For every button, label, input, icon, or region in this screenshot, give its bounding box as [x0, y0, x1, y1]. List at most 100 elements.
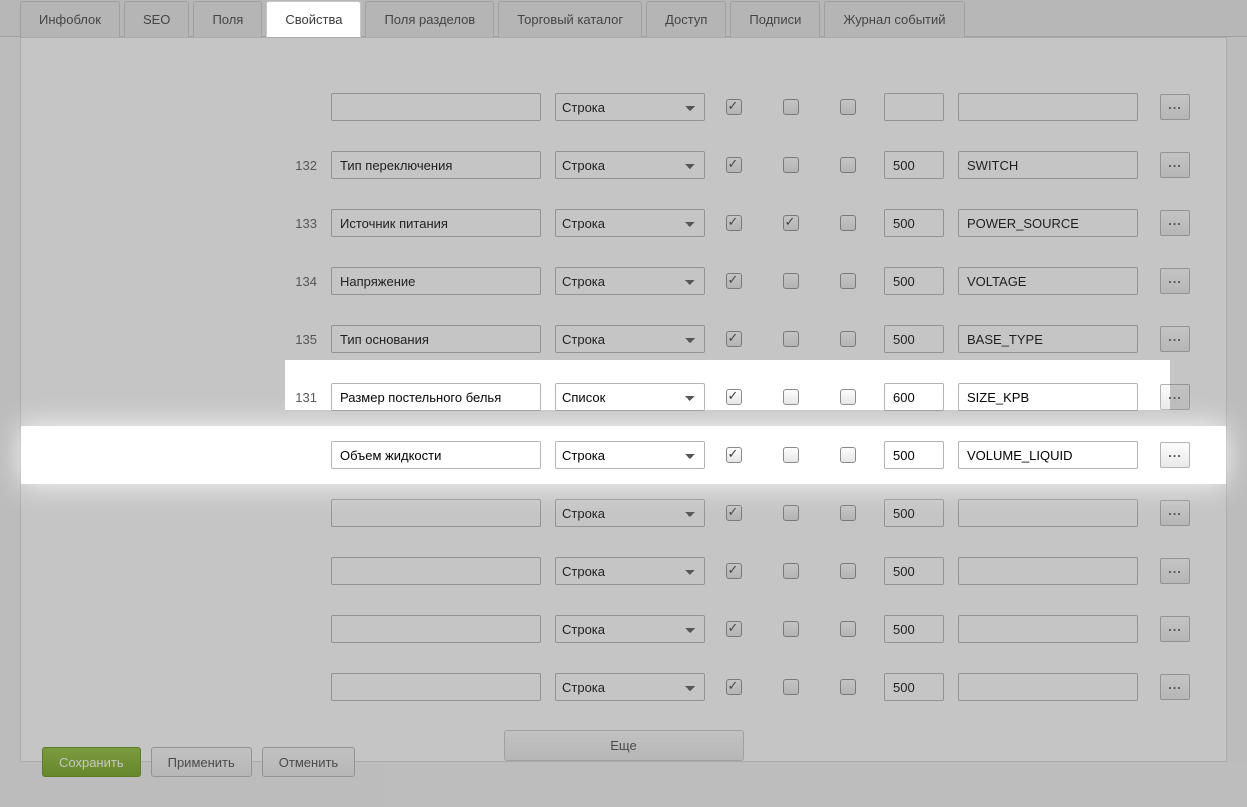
code-input[interactable]: [958, 441, 1138, 469]
checkbox[interactable]: [840, 215, 856, 231]
code-input[interactable]: [958, 93, 1138, 121]
checkbox[interactable]: [840, 99, 856, 115]
property-type-select[interactable]: СтрокаСписок: [555, 93, 705, 121]
property-type-select[interactable]: СтрокаСписок: [555, 151, 705, 179]
checkbox[interactable]: [726, 157, 742, 173]
tab-Журнал событий[interactable]: Журнал событий: [824, 1, 964, 37]
code-input[interactable]: [958, 151, 1138, 179]
property-name-input[interactable]: [331, 499, 541, 527]
checkbox[interactable]: [726, 679, 742, 695]
property-name-input[interactable]: [331, 209, 541, 237]
property-name-input[interactable]: [331, 673, 541, 701]
checkbox[interactable]: [726, 331, 742, 347]
checkbox[interactable]: [840, 621, 856, 637]
code-input[interactable]: [958, 209, 1138, 237]
code-input[interactable]: [958, 499, 1138, 527]
property-name-input[interactable]: [331, 267, 541, 295]
checkbox[interactable]: [726, 563, 742, 579]
property-name-input[interactable]: [331, 383, 541, 411]
tab-Поля[interactable]: Поля: [193, 1, 262, 37]
checkbox[interactable]: [840, 505, 856, 521]
checkbox[interactable]: [840, 389, 856, 405]
row-settings-button[interactable]: ...: [1160, 94, 1190, 120]
sort-input[interactable]: [884, 557, 944, 585]
checkbox[interactable]: [783, 505, 799, 521]
tab-Инфоблок[interactable]: Инфоблок: [20, 1, 120, 37]
checkbox[interactable]: [726, 447, 742, 463]
row-settings-button[interactable]: ...: [1160, 152, 1190, 178]
checkbox[interactable]: [840, 563, 856, 579]
checkbox[interactable]: [783, 621, 799, 637]
row-settings-button[interactable]: ...: [1160, 384, 1190, 410]
property-name-input[interactable]: [331, 325, 541, 353]
cancel-button[interactable]: Отменить: [262, 747, 355, 777]
property-type-select[interactable]: СтрокаСписок: [555, 557, 705, 585]
checkbox[interactable]: [783, 157, 799, 173]
property-name-input[interactable]: [331, 557, 541, 585]
tab-Доступ[interactable]: Доступ: [646, 1, 726, 37]
tab-Поля разделов[interactable]: Поля разделов: [365, 1, 494, 37]
checkbox[interactable]: [783, 215, 799, 231]
sort-input[interactable]: [884, 673, 944, 701]
checkbox[interactable]: [726, 505, 742, 521]
property-type-select[interactable]: СтрокаСписок: [555, 673, 705, 701]
save-button[interactable]: Сохранить: [42, 747, 141, 777]
code-input[interactable]: [958, 557, 1138, 585]
checkbox[interactable]: [840, 679, 856, 695]
row-settings-button[interactable]: ...: [1160, 616, 1190, 642]
checkbox[interactable]: [726, 99, 742, 115]
property-name-input[interactable]: [331, 151, 541, 179]
row-settings-button[interactable]: ...: [1160, 442, 1190, 468]
sort-input[interactable]: [884, 209, 944, 237]
checkbox[interactable]: [783, 563, 799, 579]
checkbox[interactable]: [726, 273, 742, 289]
checkbox[interactable]: [783, 273, 799, 289]
apply-button[interactable]: Применить: [151, 747, 252, 777]
property-type-select[interactable]: СтрокаСписок: [555, 441, 705, 469]
checkbox[interactable]: [726, 389, 742, 405]
row-settings-button[interactable]: ...: [1160, 210, 1190, 236]
checkbox[interactable]: [840, 447, 856, 463]
property-type-select[interactable]: СтрокаСписок: [555, 325, 705, 353]
row-settings-button[interactable]: ...: [1160, 326, 1190, 352]
sort-input[interactable]: [884, 499, 944, 527]
checkbox[interactable]: [726, 621, 742, 637]
row-settings-button[interactable]: ...: [1160, 500, 1190, 526]
checkbox[interactable]: [840, 273, 856, 289]
sort-input[interactable]: [884, 93, 944, 121]
checkbox[interactable]: [726, 215, 742, 231]
code-input[interactable]: [958, 673, 1138, 701]
sort-input[interactable]: [884, 615, 944, 643]
property-name-input[interactable]: [331, 615, 541, 643]
row-settings-button[interactable]: ...: [1160, 674, 1190, 700]
row-settings-button[interactable]: ...: [1160, 268, 1190, 294]
property-type-select[interactable]: СтрокаСписок: [555, 267, 705, 295]
checkbox[interactable]: [783, 679, 799, 695]
sort-input[interactable]: [884, 151, 944, 179]
property-type-select[interactable]: СтрокаСписок: [555, 383, 705, 411]
checkbox[interactable]: [840, 331, 856, 347]
sort-input[interactable]: [884, 441, 944, 469]
property-type-select[interactable]: СтрокаСписок: [555, 209, 705, 237]
tab-Торговый каталог[interactable]: Торговый каталог: [498, 1, 642, 37]
checkbox[interactable]: [783, 447, 799, 463]
property-name-input[interactable]: [331, 93, 541, 121]
sort-input[interactable]: [884, 325, 944, 353]
property-type-select[interactable]: СтрокаСписок: [555, 499, 705, 527]
code-input[interactable]: [958, 383, 1138, 411]
tab-SEO[interactable]: SEO: [124, 1, 189, 37]
sort-input[interactable]: [884, 383, 944, 411]
row-settings-button[interactable]: ...: [1160, 558, 1190, 584]
more-button[interactable]: Еще: [504, 730, 744, 761]
code-input[interactable]: [958, 267, 1138, 295]
property-type-select[interactable]: СтрокаСписок: [555, 615, 705, 643]
code-input[interactable]: [958, 615, 1138, 643]
code-input[interactable]: [958, 325, 1138, 353]
checkbox[interactable]: [783, 331, 799, 347]
checkbox[interactable]: [783, 389, 799, 405]
checkbox[interactable]: [840, 157, 856, 173]
checkbox[interactable]: [783, 99, 799, 115]
tab-Свойства[interactable]: Свойства: [266, 1, 361, 37]
property-name-input[interactable]: [331, 441, 541, 469]
sort-input[interactable]: [884, 267, 944, 295]
